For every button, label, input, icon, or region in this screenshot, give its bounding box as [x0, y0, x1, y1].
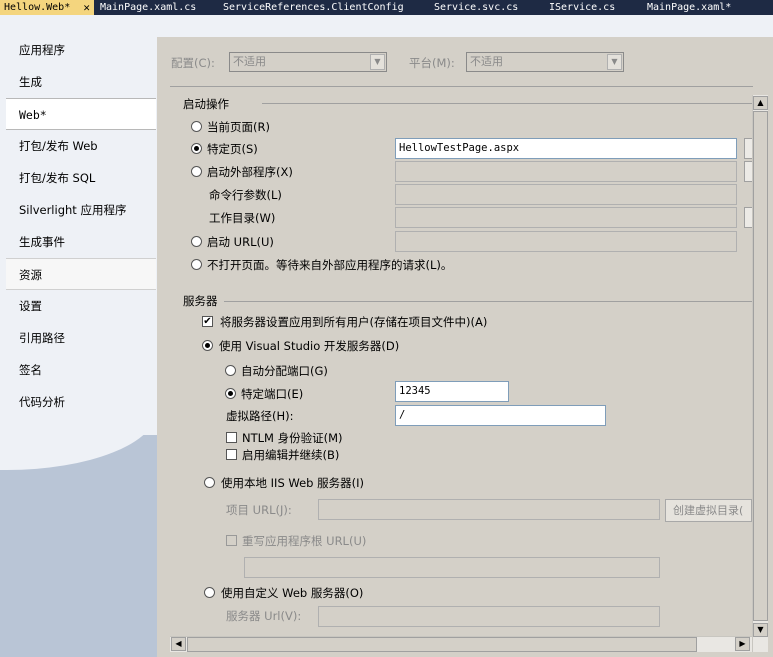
current-page-label: 当前页面(R) [207, 120, 270, 134]
current-page-radio[interactable] [191, 121, 202, 132]
platform-combo[interactable]: 不适用 ▼ [466, 52, 624, 72]
chevron-down-icon: ▼ [370, 54, 385, 70]
server-url-input[interactable] [318, 606, 660, 627]
sidebar-item-build-events[interactable]: 生成事件 [6, 226, 156, 258]
sidebar-item-settings[interactable]: 设置 [6, 290, 156, 322]
use-iis-radio[interactable] [204, 477, 215, 488]
apply-all-checkbox[interactable]: ✔ [202, 316, 213, 327]
start-url-radio[interactable] [191, 236, 202, 247]
tab-iservice-cs[interactable]: IService.cs [545, 0, 615, 15]
specific-page-label: 特定页(S) [207, 142, 258, 156]
scroll-left-icon[interactable]: ◀ [171, 637, 186, 651]
specific-page-input[interactable]: HellowTestPage.aspx [395, 138, 737, 159]
sidebar-item-package-web[interactable]: 打包/发布 Web [6, 130, 156, 162]
config-value: 不适用 [233, 55, 266, 68]
use-vs-server-radio[interactable] [202, 340, 213, 351]
project-url-input[interactable] [318, 499, 660, 520]
main-top-strip [157, 15, 773, 37]
start-external-radio[interactable] [191, 166, 202, 177]
external-program-input[interactable] [395, 161, 737, 182]
port-input[interactable]: 12345 [395, 381, 509, 402]
override-root-input[interactable] [244, 557, 660, 578]
vertical-scrollbar[interactable]: ▲ ▼ [752, 95, 768, 652]
divider [170, 86, 753, 87]
sidebar-item-build[interactable]: 生成 [6, 66, 156, 98]
sidebar-item-reference-paths[interactable]: 引用路径 [6, 322, 156, 354]
start-url-label: 启动 URL(U) [207, 235, 274, 249]
config-combo[interactable]: 不适用 ▼ [229, 52, 387, 72]
server-url-label: 服务器 Url(V): [226, 609, 302, 623]
apply-all-label: 将服务器设置应用到所有用户(存储在项目文件中)(A) [220, 315, 488, 329]
auto-port-radio[interactable] [225, 365, 236, 376]
working-dir-label: 工作目录(W) [209, 211, 276, 225]
document-tab-bar: Hellow.Web* ✕ MainPage.xaml.cs ServiceRe… [0, 0, 773, 15]
create-vdir-button[interactable]: 创建虚拟目录( [665, 499, 752, 522]
scroll-right-icon[interactable]: ▶ [735, 637, 750, 651]
tab-service-svc-cs[interactable]: Service.svc.cs [430, 0, 518, 15]
start-action-header: 启动操作 [183, 97, 229, 111]
scroll-down-icon[interactable]: ▼ [753, 623, 768, 637]
use-custom-label: 使用自定义 Web 服务器(O) [221, 586, 364, 600]
close-icon[interactable]: ✕ [83, 0, 90, 15]
specific-page-radio[interactable] [191, 143, 202, 154]
override-root-label: 重写应用程序根 URL(U) [242, 534, 367, 548]
override-root-checkbox[interactable] [226, 535, 237, 546]
working-dir-input[interactable] [395, 207, 737, 228]
platform-label: 平台(M): [409, 56, 455, 70]
horizontal-scrollbar[interactable]: ◀ ▶ [170, 636, 752, 652]
tab-mainpage-xaml-cs[interactable]: MainPage.xaml.cs [96, 0, 196, 15]
dont-open-label: 不打开页面。等待来自外部应用程序的请求(L)。 [207, 258, 453, 272]
divider [224, 301, 752, 302]
specific-port-radio[interactable] [225, 388, 236, 399]
ntlm-checkbox[interactable] [226, 432, 237, 443]
tab-mainpage-xaml[interactable]: MainPage.xaml* [643, 0, 731, 15]
sidebar-item-silverlight[interactable]: Silverlight 应用程序 [6, 194, 156, 226]
config-label: 配置(C): [171, 56, 215, 70]
platform-value: 不适用 [470, 55, 503, 68]
specific-port-label: 特定端口(E) [241, 387, 304, 401]
tab-servicereferences[interactable]: ServiceReferences.ClientConfig [219, 0, 404, 15]
edit-continue-checkbox[interactable] [226, 449, 237, 460]
ntlm-label: NTLM 身份验证(M) [242, 431, 343, 445]
start-url-input[interactable] [395, 231, 737, 252]
auto-port-label: 自动分配端口(G) [241, 364, 328, 378]
start-external-label: 启动外部程序(X) [207, 165, 293, 179]
scroll-thumb[interactable] [753, 111, 768, 621]
sidebar-item-resources[interactable]: 资源 [6, 258, 156, 290]
cmd-args-label: 命令行参数(L) [209, 188, 282, 202]
cmd-args-input[interactable] [395, 184, 737, 205]
sidebar-item-signing[interactable]: 签名 [6, 354, 156, 386]
sidebar-item-code-analysis[interactable]: 代码分析 [6, 386, 156, 418]
divider [262, 103, 752, 104]
dont-open-radio[interactable] [191, 259, 202, 270]
use-custom-radio[interactable] [204, 587, 215, 598]
scroll-up-icon[interactable]: ▲ [753, 96, 768, 110]
tab-label: Hellow.Web* [4, 2, 71, 13]
edit-continue-label: 启用编辑并继续(B) [242, 448, 340, 462]
virtual-path-label: 虚拟路径(H): [226, 409, 294, 423]
use-iis-label: 使用本地 IIS Web 服务器(I) [221, 476, 364, 490]
sidebar-item-web[interactable]: Web* [6, 98, 156, 130]
sidebar-item-application[interactable]: 应用程序 [6, 34, 156, 66]
sidebar-item-package-sql[interactable]: 打包/发布 SQL [6, 162, 156, 194]
tab-hellow-web[interactable]: Hellow.Web* ✕ [0, 0, 94, 15]
use-vs-server-label: 使用 Visual Studio 开发服务器(D) [219, 339, 400, 353]
chevron-down-icon: ▼ [607, 54, 622, 70]
project-url-label: 项目 URL(J): [226, 503, 292, 517]
servers-header: 服务器 [183, 294, 218, 308]
scroll-thumb[interactable] [187, 637, 697, 652]
virtual-path-input[interactable]: / [395, 405, 606, 426]
